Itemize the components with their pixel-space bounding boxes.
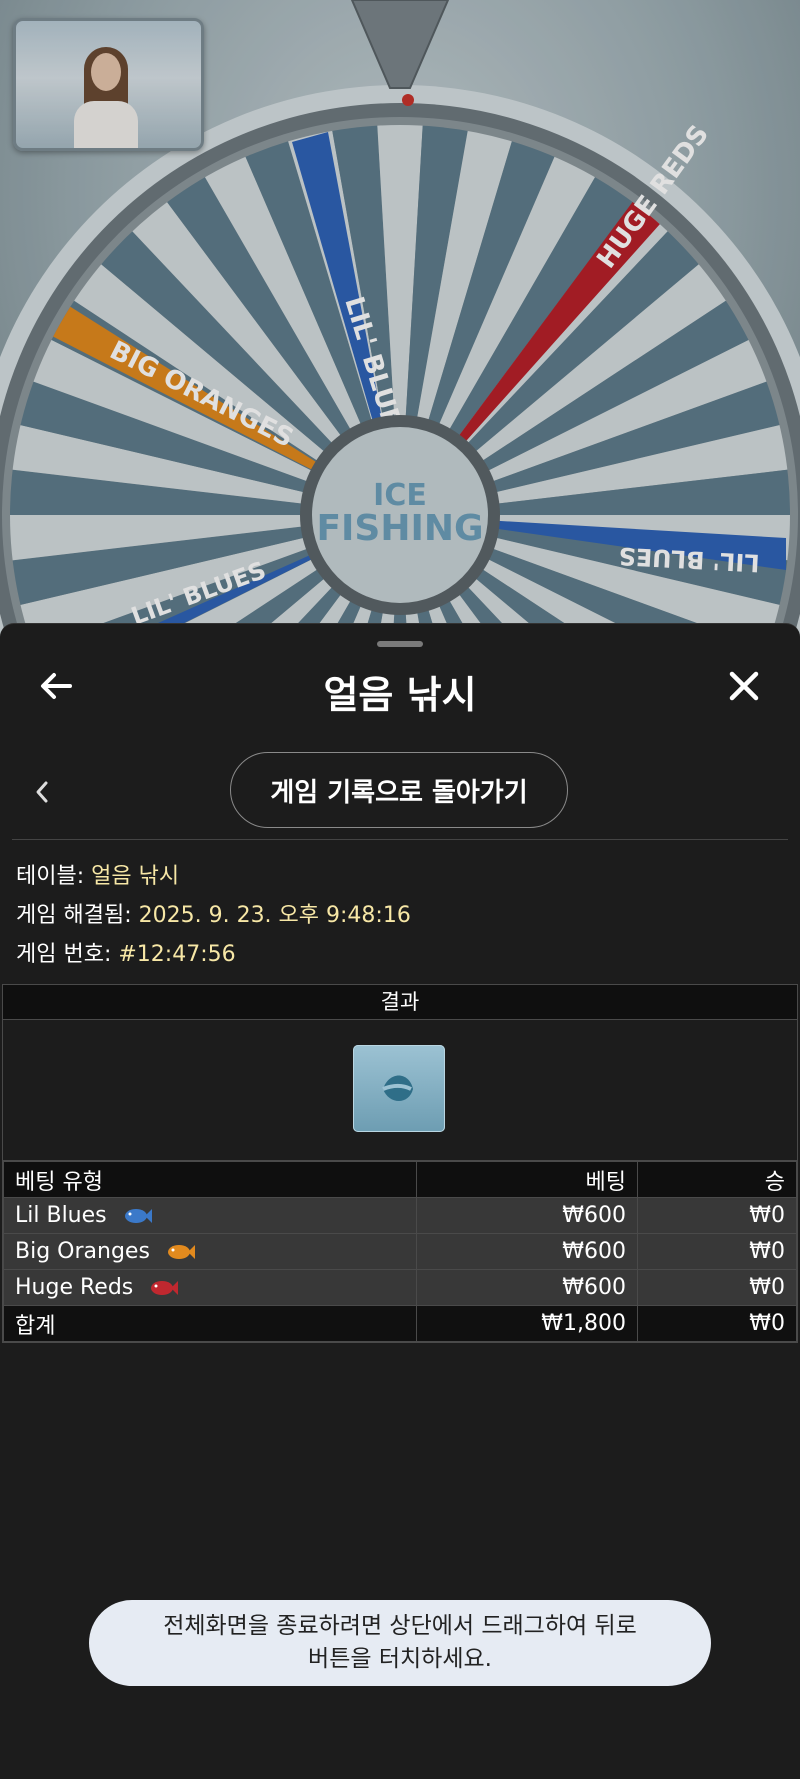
bet-amount-cell: ₩600 (416, 1197, 638, 1234)
col-header-bet: 베팅 (416, 1161, 638, 1198)
info-resolved-label: 게임 해결됨: (16, 903, 132, 928)
bet-type-label: Big Oranges (15, 1239, 150, 1264)
total-label: 합계 (3, 1305, 417, 1342)
table-row: Huge Reds ₩600 ₩0 (3, 1269, 797, 1306)
info-game-number-value: #12:47:56 (118, 942, 236, 967)
col-header-win: 승 (637, 1161, 797, 1198)
info-table-row: 테이블: 얼음 낚시 (16, 858, 411, 897)
win-amount-cell: ₩0 (637, 1269, 797, 1306)
bets-table-header: 베팅 유형 베팅 승 (3, 1161, 797, 1198)
win-amount-cell: ₩0 (637, 1197, 797, 1234)
bet-amount-cell: ₩600 (416, 1269, 638, 1306)
close-icon[interactable] (724, 666, 764, 706)
sheet-title: 얼음 낚시 (323, 673, 477, 717)
drag-handle[interactable] (377, 641, 423, 647)
info-game-number-label: 게임 번호: (16, 942, 112, 967)
bet-type-label: Lil Blues (15, 1203, 107, 1228)
results-panel: 결과 베팅 유형 베팅 승 Lil Blues ₩600 ₩0 Big Oran… (2, 984, 798, 1343)
results-header: 결과 (3, 985, 797, 1020)
bet-type-cell: Lil Blues (3, 1197, 417, 1234)
total-bet: ₩1,800 (416, 1305, 638, 1342)
game-history-sheet: 얼음 낚시 게임 기록으로 돌아가기 테이블: 얼음 낚시 게임 해결됨: 20… (0, 623, 800, 1779)
table-row: Lil Blues ₩600 ₩0 (3, 1197, 797, 1234)
col-header-bet-type: 베팅 유형 (3, 1161, 417, 1198)
bets-table: 베팅 유형 베팅 승 Lil Blues ₩600 ₩0 Big Oranges… (3, 1161, 797, 1342)
info-table-value: 얼음 낚시 (91, 864, 180, 889)
info-resolved-row: 게임 해결됨: 2025. 9. 23. 오후 9:48:16 (16, 897, 411, 936)
info-resolved-value: 2025. 9. 23. 오후 9:48:16 (138, 903, 411, 928)
red-fish-icon (151, 1281, 179, 1295)
win-amount-cell: ₩0 (637, 1233, 797, 1270)
fullscreen-exit-toast: 전체화면을 종료하려면 상단에서 드래그하여 뒤로 버튼을 터치하세요. (89, 1600, 711, 1686)
bet-type-cell: Huge Reds (3, 1269, 417, 1306)
blue-fish-icon (124, 1209, 152, 1223)
table-row: Big Oranges ₩600 ₩0 (3, 1233, 797, 1270)
back-to-history-button[interactable]: 게임 기록으로 돌아가기 (230, 752, 568, 828)
total-row: 합계 ₩1,800 ₩0 (3, 1305, 797, 1342)
total-win: ₩0 (637, 1305, 797, 1342)
bet-type-label: Huge Reds (15, 1275, 134, 1300)
game-view: LIL' BLUES HUGE REDS BIG ORANGES LIL' BL… (0, 0, 800, 640)
orange-fish-icon (167, 1245, 195, 1259)
result-tile (353, 1045, 445, 1132)
leaf-icon (382, 1075, 413, 1101)
results-body (3, 1020, 797, 1161)
info-game-number-row: 게임 번호: #12:47:56 (16, 936, 411, 975)
divider (12, 839, 788, 840)
chevron-left-icon[interactable] (32, 777, 52, 807)
bet-type-cell: Big Oranges (3, 1233, 417, 1270)
bet-amount-cell: ₩600 (416, 1233, 638, 1270)
toast-line-2: 버튼을 터치하세요. (308, 1646, 492, 1672)
toast-line-1: 전체화면을 종료하려면 상단에서 드래그하여 뒤로 (163, 1613, 637, 1639)
info-table-label: 테이블: (16, 864, 85, 889)
game-info: 테이블: 얼음 낚시 게임 해결됨: 2025. 9. 23. 오후 9:48:… (16, 858, 411, 975)
